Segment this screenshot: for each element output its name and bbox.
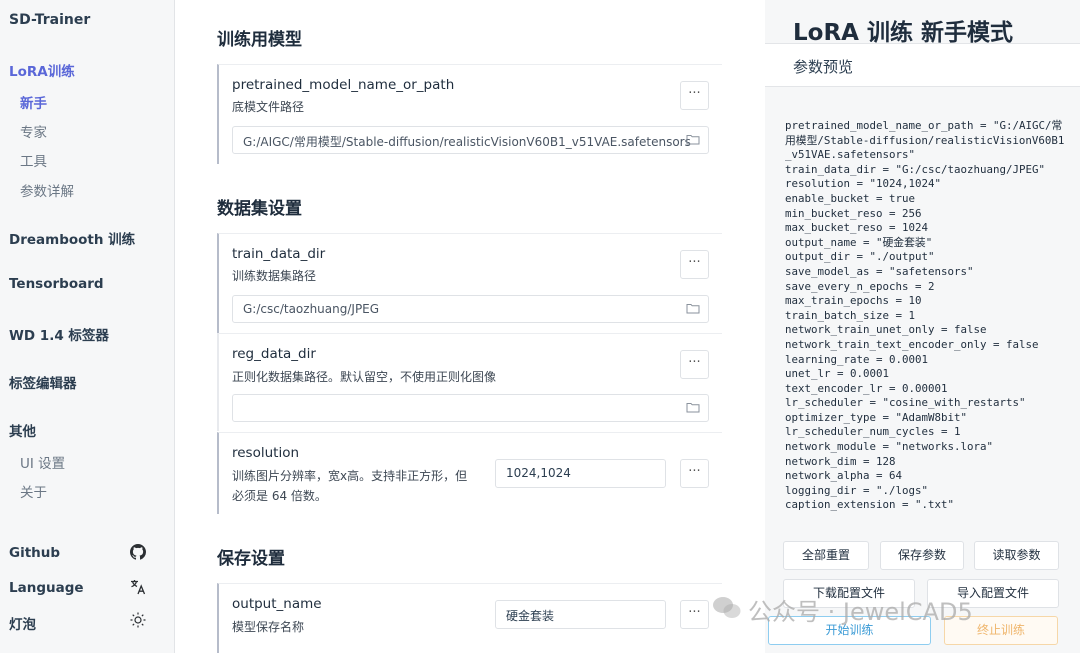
save-params-button[interactable]: 保存参数 (880, 541, 964, 570)
language-link[interactable]: Language (9, 580, 84, 596)
train-data-dir-input[interactable]: G:/csc/taozhuang/JPEG (232, 295, 709, 323)
load-params-button[interactable]: 读取参数 (974, 541, 1059, 570)
field-train-data-dir: train_data_dir 训练数据集路径 ··· G:/csc/taozhu… (217, 233, 722, 333)
params-preview-code[interactable]: pretrained_model_name_or_path = "G:/AIGC… (785, 119, 1065, 523)
sidebar-item-tag-editor[interactable]: 标签编辑器 (9, 372, 77, 392)
theme-toggle-label[interactable]: 灯泡 (9, 613, 36, 633)
reset-all-button[interactable]: 全部重置 (783, 541, 869, 570)
github-link[interactable]: Github (9, 545, 60, 561)
pretrained-path-input[interactable]: G:/AIGC/常用模型/Stable-diffusion/realisticV… (232, 126, 709, 154)
field-description: 正则化数据集路径。默认留空，不使用正则化图像 (232, 370, 497, 384)
field-pretrained-model: pretrained_model_name_or_path 底模文件路径 ···… (217, 64, 722, 164)
sidebar-item-ui-settings[interactable]: UI 设置 (20, 452, 65, 472)
translate-icon[interactable] (128, 578, 148, 598)
sidebar-item-params-detail[interactable]: 参数详解 (20, 180, 74, 200)
sidebar-group-lora[interactable]: LoRA训练 (9, 60, 75, 80)
field-label: train_data_dir (232, 246, 326, 262)
sidebar-item-tagger[interactable]: WD 1.4 标签器 (9, 324, 109, 344)
field-description: 模型保存名称 (232, 620, 305, 634)
sidebar-item-tools[interactable]: 工具 (20, 150, 47, 170)
field-description: 底模文件路径 (232, 100, 305, 114)
field-label: pretrained_model_name_or_path (232, 77, 455, 93)
sidebar: SD-Trainer LoRA训练 新手 专家 工具 参数详解 Dreamboo… (0, 0, 175, 653)
sidebar-item-expert[interactable]: 专家 (20, 121, 47, 141)
field-description-line2: 必须是 64 倍数。 (232, 489, 327, 503)
sidebar-item-tensorboard[interactable]: Tensorboard (9, 276, 104, 292)
more-options-button[interactable]: ··· (680, 350, 709, 379)
wechat-watermark-icon (713, 597, 741, 618)
folder-icon[interactable] (686, 303, 700, 314)
reg-data-dir-input[interactable] (232, 394, 709, 422)
sun-icon[interactable] (128, 611, 148, 631)
sidebar-group-other: 其他 (9, 424, 36, 440)
watermark-text: 公众号 · JewelCAD5 (748, 598, 973, 626)
more-options-button[interactable]: ··· (680, 459, 709, 488)
section-title-save: 保存设置 (217, 549, 285, 569)
output-name-input[interactable]: 硬金套装 (495, 600, 666, 629)
field-description-line1: 训练图片分辨率，宽x高。支持非正方形，但 (232, 469, 468, 483)
input-value: G:/csc/taozhuang/JPEG (243, 302, 380, 316)
app-window: SD-Trainer LoRA训练 新手 专家 工具 参数详解 Dreamboo… (0, 0, 1080, 653)
page-title: LoRA 训练 新手模式 (793, 20, 1013, 46)
field-label: reg_data_dir (232, 346, 316, 362)
folder-icon[interactable] (686, 134, 700, 145)
field-label: resolution (232, 445, 300, 461)
input-value: G:/AIGC/常用模型/Stable-diffusion/realisticV… (243, 135, 691, 149)
folder-icon[interactable] (686, 402, 700, 413)
section-title-dataset: 数据集设置 (217, 199, 302, 219)
app-title[interactable]: SD-Trainer (9, 12, 90, 28)
sidebar-item-beginner[interactable]: 新手 (20, 92, 47, 112)
field-description: 训练数据集路径 (232, 269, 317, 283)
main-form: 训练用模型 pretrained_model_name_or_path 底模文件… (175, 0, 765, 653)
preview-panel: LoRA 训练 新手模式 参数预览 pretrained_model_name_… (765, 0, 1080, 653)
field-output-name: output_name 模型保存名称 硬金套装 ··· (217, 583, 722, 653)
section-title-model: 训练用模型 (217, 30, 302, 50)
sidebar-item-about[interactable]: 关于 (20, 481, 47, 501)
field-resolution: resolution 训练图片分辨率，宽x高。支持非正方形，但 必须是 64 倍… (217, 432, 722, 514)
preview-header: 参数预览 (765, 43, 1080, 87)
field-reg-data-dir: reg_data_dir 正则化数据集路径。默认留空，不使用正则化图像 ··· (217, 333, 722, 431)
more-options-button[interactable]: ··· (680, 81, 709, 110)
preview-subtitle: 参数预览 (793, 58, 854, 76)
more-options-button[interactable]: ··· (680, 250, 709, 279)
github-icon[interactable] (128, 544, 148, 564)
resolution-input[interactable]: 1024,1024 (495, 459, 666, 488)
sidebar-item-dreambooth[interactable]: Dreambooth 训练 (9, 228, 135, 248)
field-label: output_name (232, 596, 322, 612)
more-options-button[interactable]: ··· (680, 600, 709, 629)
